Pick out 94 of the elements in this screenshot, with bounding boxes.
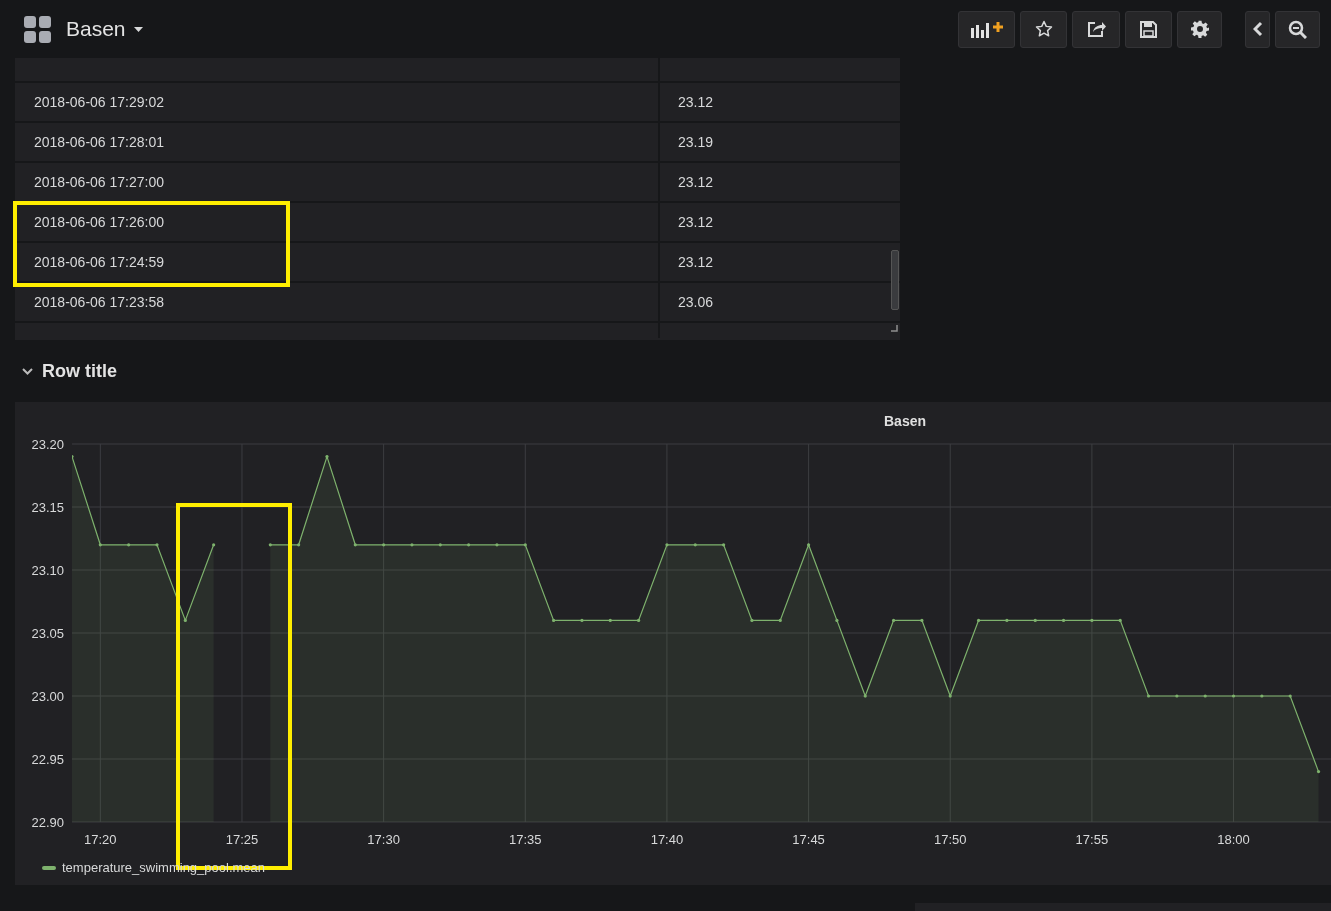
data-point [353, 543, 357, 547]
save-button[interactable] [1125, 10, 1172, 48]
table-cell-text: 23.12 [677, 212, 715, 232]
dashboard-title[interactable]: Basen [66, 13, 126, 45]
data-point [467, 543, 471, 547]
panel-title[interactable]: Basen [884, 413, 927, 429]
data-point [608, 618, 612, 622]
x-axis-label: 17:40 [650, 832, 684, 847]
data-point [1061, 618, 1066, 622]
x-axis-label: 17:25 [225, 832, 259, 847]
data-point [722, 543, 726, 547]
y-axis-label: 23.05 [31, 626, 64, 641]
data-point [1118, 618, 1122, 622]
zoom-out-icon [1288, 19, 1307, 39]
table-cell-text: 23.12 [677, 252, 715, 272]
x-axis-label: 17:20 [84, 832, 117, 847]
data-point [1231, 694, 1236, 698]
data-point [637, 618, 641, 622]
table-cell: 2018-06-06 17:23:58 [15, 283, 660, 321]
share-icon [1086, 20, 1106, 38]
legend-label[interactable]: temperature_swimming_pool.mean [62, 857, 266, 878]
table-cell: 2018-06-06 17:28:01 [15, 123, 660, 161]
x-axis-label: 18:00 [1217, 832, 1250, 847]
data-point [920, 618, 924, 622]
y-axis-label: 23.20 [31, 437, 64, 452]
back-button[interactable] [1245, 10, 1270, 48]
chevron-down-icon[interactable] [22, 367, 33, 375]
x-axis-label: 17:35 [509, 832, 542, 847]
resize-handle-icon[interactable] [891, 325, 898, 332]
data-point [183, 618, 187, 622]
data-point [580, 618, 584, 622]
y-axis-label: 22.90 [31, 815, 64, 830]
data-point [835, 618, 839, 622]
data-point [1316, 770, 1321, 774]
data-point [1175, 694, 1179, 698]
data-point [382, 543, 386, 547]
table-cell: 2018-06-06 17:24:59 [15, 243, 660, 281]
data-point [807, 543, 811, 547]
data-point [410, 543, 414, 547]
data-point [1203, 694, 1207, 698]
settings-icon [1190, 20, 1209, 38]
data-point [212, 543, 216, 547]
share-button[interactable] [1072, 10, 1120, 48]
data-point [155, 543, 159, 547]
data-point [892, 618, 896, 622]
star-icon [1034, 20, 1053, 38]
data-point [665, 543, 669, 547]
save-icon [1140, 20, 1157, 38]
chevron-left-icon [1252, 21, 1263, 37]
data-point [325, 455, 329, 459]
settings-button[interactable] [1177, 10, 1222, 48]
data-point [523, 543, 527, 547]
dashboard-grid-icon[interactable] [24, 15, 51, 43]
bar-chart-plus-icon [970, 20, 1003, 38]
data-point [127, 543, 131, 547]
data-point [552, 618, 556, 622]
scrollbar-thumb[interactable] [891, 250, 899, 310]
x-axis-label: 17:55 [1075, 832, 1109, 847]
caret-icon[interactable] [133, 26, 143, 32]
table-cell-text: 23.19 [677, 132, 715, 152]
data-point [1288, 694, 1292, 698]
y-axis-label: 23.00 [31, 689, 64, 704]
data-point [750, 618, 754, 622]
data-point [693, 543, 697, 547]
table-cell: 2018-06-06 17:27:00 [15, 163, 660, 201]
data-point [1146, 694, 1151, 698]
data-point [268, 543, 272, 547]
data-point [438, 543, 442, 547]
data-point [495, 543, 499, 547]
zoom-out-button[interactable] [1275, 10, 1320, 48]
table-cell-text: 23.12 [677, 92, 715, 112]
y-axis-label: 23.10 [31, 563, 64, 578]
star-button[interactable] [1020, 10, 1067, 48]
table-cell-text: 23.12 [677, 172, 715, 192]
data-point [976, 618, 981, 622]
table-cell: 2018-06-06 17:29:02 [15, 83, 660, 121]
data-point [98, 543, 102, 547]
x-axis-label: 17:30 [367, 832, 400, 847]
data-point [1090, 618, 1094, 622]
data-point [1005, 618, 1009, 622]
data-point [948, 694, 952, 698]
data-point [863, 694, 867, 698]
x-axis-label: 17:45 [792, 832, 825, 847]
table-cell: 2018-06-06 17:26:00 [15, 203, 660, 241]
add-panel-button[interactable] [958, 10, 1015, 48]
y-axis-label: 22.95 [31, 752, 64, 767]
data-point [297, 543, 301, 547]
x-axis-label: 17:50 [933, 832, 967, 847]
data-point [1260, 694, 1264, 698]
data-point [778, 618, 782, 622]
data-point [1033, 618, 1037, 622]
table-cell-text: 23.06 [677, 292, 715, 312]
row-title[interactable]: Row title [42, 357, 117, 385]
y-axis-label: 23.15 [31, 500, 64, 515]
